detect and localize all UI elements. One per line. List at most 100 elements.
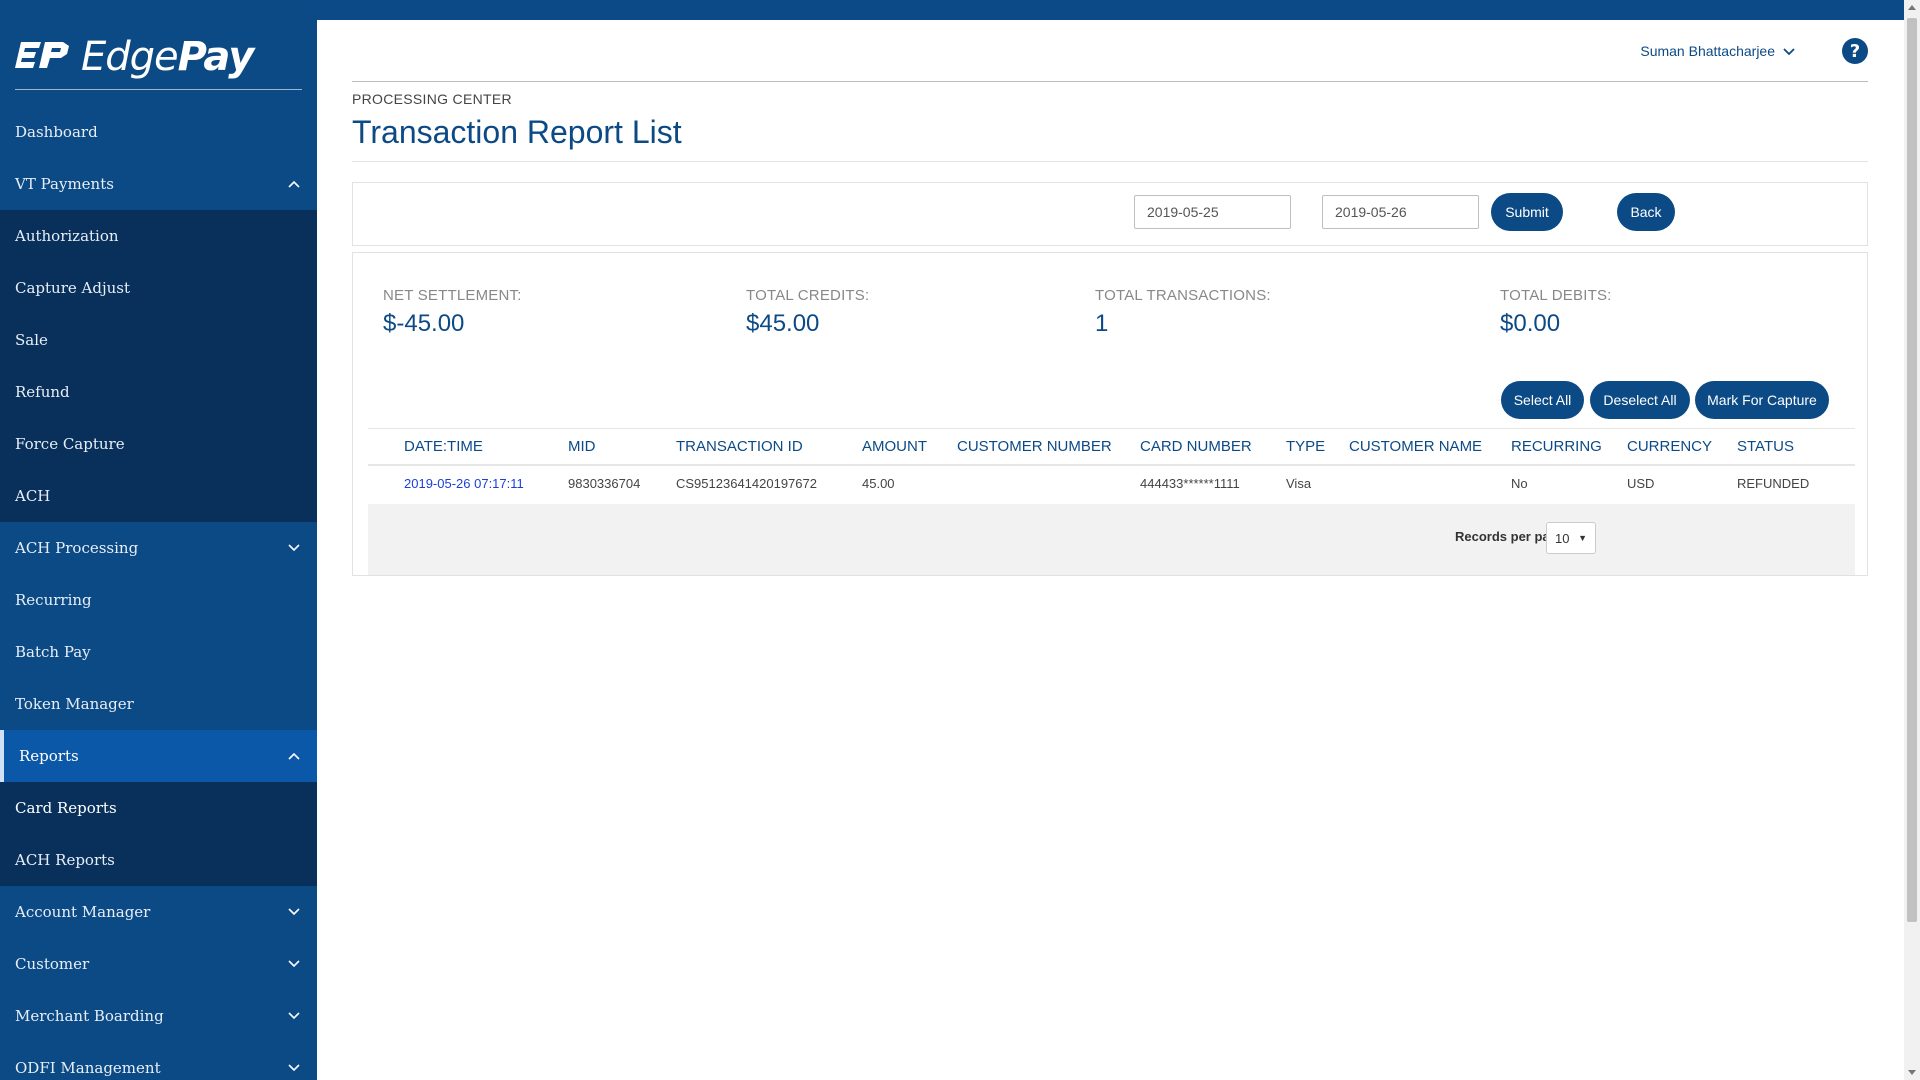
- column-header[interactable]: AMOUNT: [862, 438, 927, 455]
- logo-divider: [15, 89, 302, 90]
- back-button[interactable]: Back: [1617, 193, 1675, 231]
- logo-mark-icon: [15, 42, 69, 68]
- cell-datetime[interactable]: 2019-05-26 07:17:11: [404, 476, 524, 491]
- date-filter-bar: Submit Back: [352, 182, 1868, 246]
- sidebar-item-label: Force Capture: [15, 435, 125, 453]
- chevron-down-icon: [286, 1060, 302, 1076]
- cell-amount: 45.00: [862, 476, 895, 491]
- sidebar-item-reports[interactable]: Reports: [0, 730, 317, 782]
- logo-text: EdgePay: [81, 34, 254, 80]
- column-header[interactable]: DATE:TIME: [404, 438, 483, 455]
- sidebar-item-label: Token Manager: [15, 695, 134, 713]
- cell-mid: 9830336704: [568, 476, 641, 491]
- sidebar-item-label: Customer: [15, 955, 90, 973]
- sidebar-item-account-manager[interactable]: Account Manager: [0, 886, 317, 938]
- report-panel: NET SETTLEMENT: $-45.00 TOTAL CREDITS: $…: [352, 252, 1868, 576]
- svg-text:?: ?: [1850, 41, 1860, 62]
- chevron-down-icon: [286, 956, 302, 972]
- sidebar-item-card-reports[interactable]: Card Reports: [0, 782, 317, 834]
- column-header[interactable]: CURRENCY: [1627, 438, 1712, 455]
- sidebar-item-label: ACH: [15, 487, 51, 505]
- sidebar-item-customer[interactable]: Customer: [0, 938, 317, 990]
- sidebar-item-label: VT Payments: [15, 175, 114, 193]
- edgepay-logo[interactable]: EdgePay: [15, 26, 254, 88]
- cell-status: REFUNDED: [1737, 476, 1810, 491]
- title-divider: [352, 161, 1868, 162]
- chevron-down-icon: [1783, 43, 1795, 59]
- start-date-input[interactable]: [1134, 195, 1291, 229]
- sidebar-item-label: Dashboard: [15, 123, 98, 141]
- chevron-down-icon: [286, 904, 302, 920]
- sidebar-item-recurring[interactable]: Recurring: [0, 574, 317, 626]
- sidebar-item-token-manager[interactable]: Token Manager: [0, 678, 317, 730]
- column-header[interactable]: TYPE: [1286, 438, 1325, 455]
- records-per-page-select[interactable]: 10 ▼: [1546, 522, 1596, 554]
- page-scrollbar[interactable]: [1904, 0, 1920, 1080]
- column-header[interactable]: STATUS: [1737, 438, 1794, 455]
- stat-value: $0.00: [1500, 310, 1561, 337]
- sidebar-item-odfi-management[interactable]: ODFI Management: [0, 1042, 317, 1080]
- breadcrumb: PROCESSING CENTER: [352, 91, 512, 107]
- sidebar-item-label: Account Manager: [15, 903, 151, 921]
- end-date-input[interactable]: [1322, 195, 1479, 229]
- column-header[interactable]: TRANSACTION ID: [676, 438, 803, 455]
- cell-type: Visa: [1286, 476, 1312, 491]
- total-debits-stat: TOTAL DEBITS: $0.00: [1500, 287, 1612, 338]
- scroll-down-arrow-icon[interactable]: [1908, 1070, 1916, 1075]
- chevron-up-icon: [286, 748, 302, 764]
- stat-value: $45.00: [746, 310, 820, 337]
- sidebar-item-ach-reports[interactable]: ACH Reports: [0, 834, 317, 886]
- main-content: Suman Bhattacharjee ? PROCESSING CENTER …: [317, 20, 1900, 1080]
- table-footer: Records per page: 10 ▼: [368, 504, 1855, 575]
- sidebar-item-dashboard[interactable]: Dashboard: [0, 106, 317, 158]
- scrollbar-thumb[interactable]: [1907, 18, 1917, 922]
- column-header[interactable]: CARD NUMBER: [1140, 438, 1252, 455]
- chevron-down-icon: [286, 1008, 302, 1024]
- sidebar-item-capture-adjust[interactable]: Capture Adjust: [0, 262, 317, 314]
- total-credits-stat: TOTAL CREDITS: $45.00: [746, 287, 869, 338]
- page-title: Transaction Report List: [352, 114, 682, 150]
- column-header[interactable]: CUSTOMER NUMBER: [957, 438, 1112, 455]
- deselect-all-button[interactable]: Deselect All: [1590, 381, 1690, 419]
- sidebar-item-label: Reports: [19, 747, 79, 765]
- sidebar-item-ach[interactable]: ACH: [0, 470, 317, 522]
- sidebar-item-label: Batch Pay: [15, 643, 91, 661]
- sidebar-item-label: ACH Reports: [15, 851, 115, 869]
- stat-label: TOTAL CREDITS:: [746, 287, 870, 304]
- cell-card-number: 444433******1111: [1140, 476, 1240, 491]
- cell-recurring: No: [1511, 476, 1528, 491]
- cell-currency: USD: [1627, 476, 1655, 491]
- sidebar-item-batch-pay[interactable]: Batch Pay: [0, 626, 317, 678]
- sidebar-item-refund[interactable]: Refund: [0, 366, 317, 418]
- column-header[interactable]: MID: [568, 438, 596, 455]
- scroll-up-arrow-icon[interactable]: [1908, 5, 1916, 10]
- header-divider: [352, 81, 1868, 82]
- submit-button[interactable]: Submit: [1491, 193, 1563, 231]
- sidebar: EdgePay Dashboard VT Payments Authorizat…: [0, 0, 317, 1080]
- sidebar-item-merchant-boarding[interactable]: Merchant Boarding: [0, 990, 317, 1042]
- help-icon[interactable]: ?: [1841, 37, 1869, 65]
- total-transactions-stat: TOTAL TRANSACTIONS: 1: [1095, 287, 1271, 338]
- chevron-up-icon: [286, 176, 302, 192]
- sidebar-nav: Dashboard VT Payments Authorization Capt…: [0, 106, 317, 1080]
- sidebar-item-label: Sale: [15, 331, 48, 349]
- sidebar-item-ach-processing[interactable]: ACH Processing: [0, 522, 317, 574]
- sidebar-item-label: Authorization: [15, 227, 119, 245]
- stat-label: TOTAL TRANSACTIONS:: [1095, 287, 1271, 304]
- sidebar-item-force-capture[interactable]: Force Capture: [0, 418, 317, 470]
- sidebar-item-authorization[interactable]: Authorization: [0, 210, 317, 262]
- column-header[interactable]: RECURRING: [1511, 438, 1602, 455]
- column-header[interactable]: CUSTOMER NAME: [1349, 438, 1482, 455]
- sidebar-item-sale[interactable]: Sale: [0, 314, 317, 366]
- mark-for-capture-button[interactable]: Mark For Capture: [1695, 381, 1829, 419]
- stat-value: 1: [1095, 310, 1109, 337]
- transactions-table: DATE:TIME MID TRANSACTION ID AMOUNT CUST…: [368, 428, 1855, 575]
- table-row[interactable]: 2019-05-26 07:17:11 9830336704 CS9512364…: [368, 466, 1855, 504]
- user-menu[interactable]: Suman Bhattacharjee: [1640, 43, 1795, 59]
- sidebar-item-vt-payments[interactable]: VT Payments: [0, 158, 317, 210]
- sidebar-item-label: Recurring: [15, 591, 92, 609]
- sidebar-item-label: Card Reports: [15, 799, 117, 817]
- stat-value: $-45.00: [383, 310, 465, 337]
- sidebar-item-label: ACH Processing: [15, 539, 139, 557]
- select-all-button[interactable]: Select All: [1501, 381, 1584, 419]
